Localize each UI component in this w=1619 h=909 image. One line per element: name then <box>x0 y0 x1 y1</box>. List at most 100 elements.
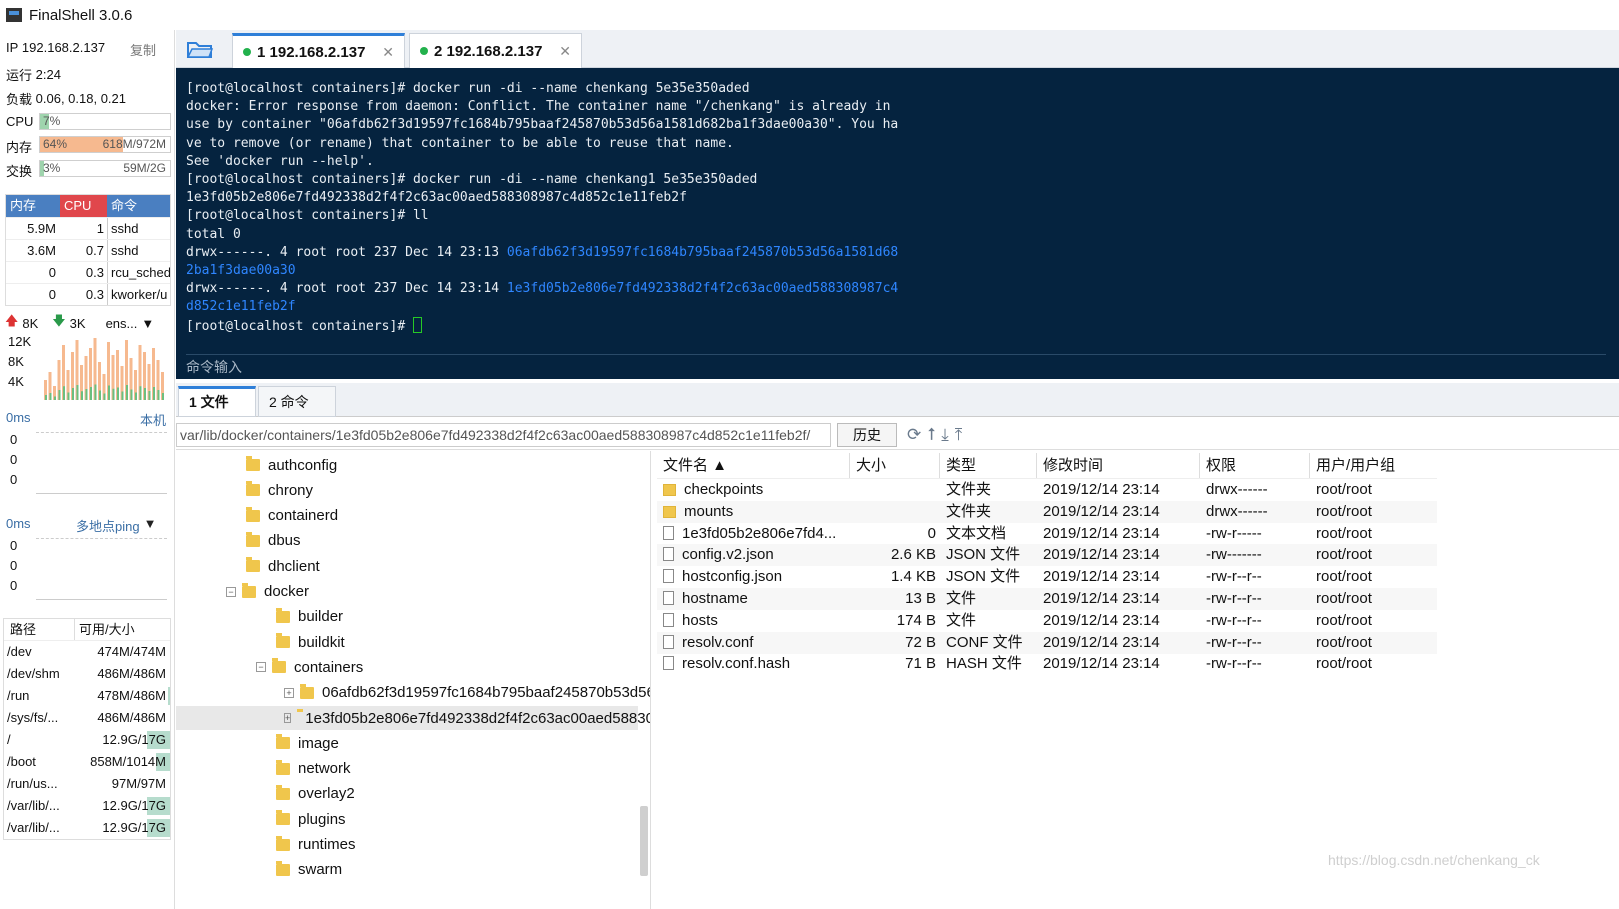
table-row[interactable]: hostname 13 B 文件 2019/12/14 23:14 -rw-r--r--… <box>657 588 1437 610</box>
net-interface-select[interactable]: ens... <box>106 316 138 331</box>
refresh-icon[interactable]: ⟳ <box>907 425 921 445</box>
arrow-up-icon[interactable]: ⭡ <box>927 425 935 445</box>
col-modified[interactable]: 修改时间 <box>1037 453 1200 478</box>
tab-session-1[interactable]: 1 192.168.2.137 ✕ <box>232 33 405 68</box>
cpu-meter: 7% <box>39 113 171 130</box>
table-row[interactable]: 5.9M 1 sshd <box>6 217 170 239</box>
latency-host[interactable]: 本机 <box>140 410 166 429</box>
table-row[interactable]: /boot 858M/1014M <box>4 751 170 773</box>
status-dot <box>420 47 428 55</box>
disk-value: 486M/486M <box>97 666 166 681</box>
table-row[interactable]: hostconfig.json 1.4 KB JSON 文件 2019/12/14 2… <box>657 566 1437 588</box>
close-icon[interactable]: ✕ <box>382 44 394 61</box>
tree-node[interactable]: network <box>276 757 351 781</box>
col-name[interactable]: 文件名 ▲ <box>657 453 850 478</box>
col-free-size[interactable]: 可用/大小 <box>74 619 170 640</box>
history-button[interactable]: 历史 <box>837 422 897 447</box>
tree-node[interactable]: containerd <box>246 504 338 528</box>
tree-node[interactable]: runtimes <box>276 833 356 857</box>
tree-node[interactable]: chrony <box>246 478 313 502</box>
latency-axis: 0 0 0 <box>10 430 17 490</box>
terminal[interactable]: [root@localhost containers]# docker run … <box>176 68 1619 379</box>
col-owner[interactable]: 用户/用户组 <box>1310 453 1437 478</box>
net-tick: 12K <box>8 334 32 349</box>
tree-node[interactable]: buildkit <box>276 630 345 654</box>
tree-node-label: network <box>298 760 351 778</box>
net-tick: 4K <box>8 374 24 389</box>
expand-toggle-icon[interactable]: − <box>226 586 236 597</box>
tree-node-label: swarm <box>298 861 343 879</box>
table-row[interactable]: /sys/fs/... 486M/486M <box>4 707 170 729</box>
table-row[interactable]: /dev 474M/474M <box>4 641 170 663</box>
col-cpu[interactable]: CPU <box>60 195 107 217</box>
command-input[interactable]: 命令输入 <box>186 354 1606 376</box>
table-row[interactable]: config.v2.json 2.6 KB JSON 文件 2019/12/14 23… <box>657 544 1437 567</box>
file-type: CONF 文件 <box>946 633 1023 651</box>
disk-path: /dev <box>7 644 32 659</box>
table-row[interactable]: 0 0.3 kworker/u <box>6 283 170 305</box>
tree-node[interactable]: authconfig <box>246 453 337 477</box>
file-owner: root/root <box>1316 611 1372 629</box>
close-icon[interactable]: ✕ <box>559 43 571 60</box>
expand-toggle-icon[interactable]: + <box>284 687 294 698</box>
table-row[interactable]: mounts 文件夹 2019/12/14 23:14 drwx------ root/… <box>657 500 1437 523</box>
path-input[interactable]: /var/lib/docker/containers/1e3fd05b2e806… <box>176 422 831 447</box>
file-modified: 2019/12/14 23:14 <box>1043 568 1160 586</box>
download-icon[interactable]: ⤓ <box>941 425 949 445</box>
col-permissions[interactable]: 权限 <box>1200 453 1310 478</box>
col-command[interactable]: 命令 <box>107 195 170 217</box>
table-row[interactable]: 0 0.3 rcu_sched <box>6 261 170 283</box>
net-bar-down <box>49 393 52 400</box>
tree-scrollbar[interactable] <box>640 806 648 876</box>
proc-cpu: 1 <box>96 221 104 236</box>
table-row[interactable]: /var/lib/... 12.9G/17G <box>4 795 170 817</box>
tree-node-label: chrony <box>268 481 314 499</box>
folder-icon <box>300 683 314 699</box>
terminal-line: drwx------. 4 root root 237 Dec 14 23:14… <box>186 280 1619 298</box>
table-row[interactable]: / 12.9G/17G <box>4 729 170 751</box>
file-permissions: -rw-r--r-- <box>1206 568 1262 586</box>
tree-node[interactable]: +1e3fd05b2e806e7fd492338d2f4f2c63ac00aed… <box>176 706 650 730</box>
table-row[interactable]: /dev/shm 486M/486M <box>4 663 170 685</box>
tree-node[interactable]: image <box>276 731 339 755</box>
tree-node[interactable]: dbus <box>246 529 301 553</box>
tree-node-label: builder <box>298 608 344 626</box>
upload-icon[interactable]: ⤒ <box>955 425 963 445</box>
col-size[interactable]: 大小 <box>850 453 940 478</box>
tab-files[interactable]: 1 文件 <box>178 386 256 417</box>
file-permissions: -rw-r--r-- <box>1206 590 1262 607</box>
table-row[interactable]: 3.6M 0.7 sshd <box>6 239 170 261</box>
table-row[interactable]: resolv.conf.hash 71 B HASH 文件 2019/12/14 23… <box>657 653 1437 675</box>
table-row[interactable]: hosts 174 B 文件 2019/12/14 23:14 -rw-r--r-- ro… <box>657 610 1437 632</box>
tree-node-label: 1e3fd05b2e806e7fd492338d2f4f2c63ac00aed5… <box>305 709 651 727</box>
chevron-down-icon[interactable]: ▼ <box>141 316 154 331</box>
latency-tick: 0 <box>10 472 18 487</box>
tree-node[interactable]: +06afdb62f3d19597fc1684b795baaf245870b53… <box>284 681 650 705</box>
col-mem[interactable]: 内存 <box>6 195 60 217</box>
tree-node[interactable]: plugins <box>276 807 346 831</box>
col-path[interactable]: 路径 <box>4 619 74 640</box>
folder-open-icon[interactable] <box>186 38 214 60</box>
ping-select[interactable]: 多地点ping ▼ <box>76 516 156 535</box>
tree-node[interactable]: dhclient <box>246 554 320 578</box>
table-row[interactable]: /run 478M/486M <box>4 685 170 707</box>
tree-node[interactable]: builder <box>276 605 343 629</box>
tree-node[interactable]: − docker <box>226 580 309 604</box>
table-row[interactable]: /var/lib/... 12.9G/17G <box>4 817 170 839</box>
file-name-cell: resolv.conf <box>657 632 850 654</box>
table-row[interactable]: /run/us... 97M/97M <box>4 773 170 795</box>
col-type[interactable]: 类型 <box>940 453 1037 478</box>
tree-node[interactable]: overlay2 <box>276 782 355 806</box>
file-modified: 2019/12/14 23:14 <box>1043 524 1160 542</box>
tree-node[interactable]: − containers <box>256 655 363 679</box>
ll-dir-name-cont: d852c1e11feb2f <box>186 299 296 315</box>
expand-toggle-icon[interactable]: + <box>284 713 292 723</box>
tab-session-2[interactable]: 2 192.168.2.137 ✕ <box>409 33 582 68</box>
table-row[interactable]: 1e3fd05b2e806e7fd4... 0 文本文档 2019/12/14 23:… <box>657 523 1437 545</box>
table-row[interactable]: resolv.conf 72 B CONF 文件 2019/12/14 23:14 -r… <box>657 631 1437 654</box>
copy-ip-button[interactable]: 复制 <box>130 40 156 59</box>
tab-commands[interactable]: 2 命令 <box>258 386 336 417</box>
tree-node[interactable]: swarm <box>276 858 342 882</box>
expand-toggle-icon[interactable]: − <box>256 662 266 673</box>
table-row[interactable]: checkpoints 文件夹 2019/12/14 23:14 drwx------… <box>657 479 1437 501</box>
